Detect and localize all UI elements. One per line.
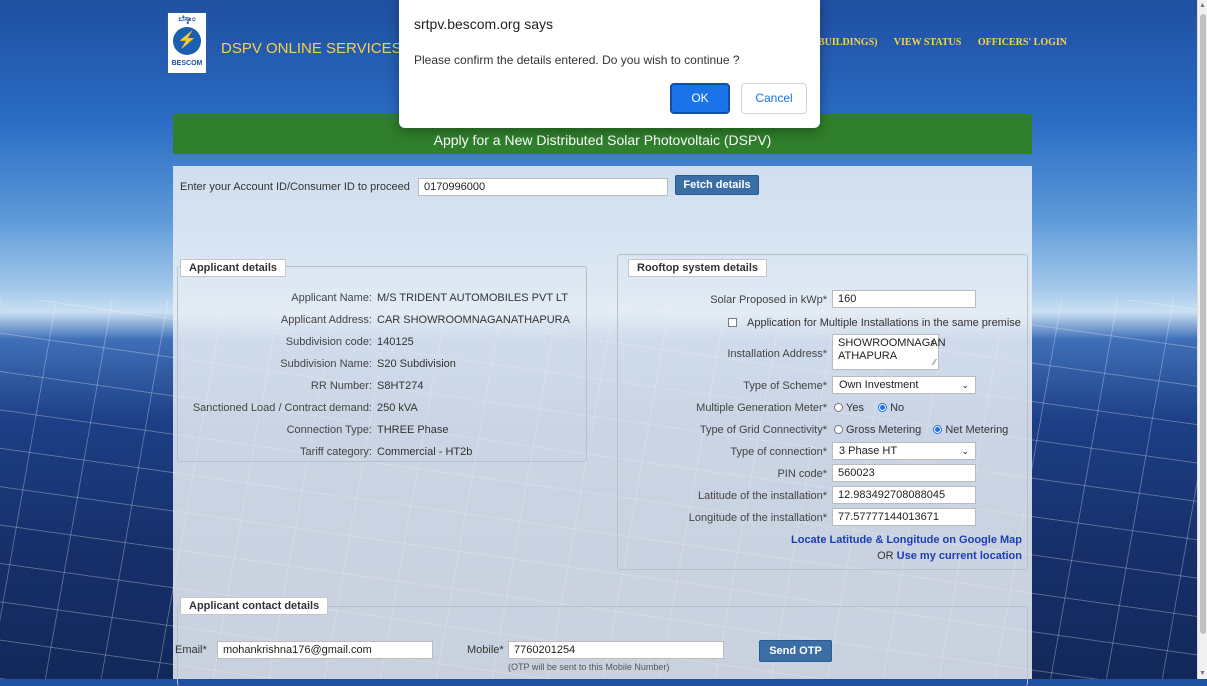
solar-proposed-label: Solar Proposed in kWp* bbox=[710, 294, 827, 306]
pin-code-label: PIN code* bbox=[777, 468, 827, 480]
mobile-label: Mobile* bbox=[467, 644, 504, 656]
applicant-name-value: M/S TRIDENT AUTOMOBILES PVT LT bbox=[377, 292, 568, 304]
multiple-installations-label: Application for Multiple Installations i… bbox=[747, 317, 1021, 329]
page-title: Apply for a New Distributed Solar Photov… bbox=[433, 132, 772, 148]
scroll-up-icon[interactable]: ▲ bbox=[1199, 2, 1206, 9]
applicant-address-value: CAR SHOWROOMNAGANATHAPURA bbox=[377, 314, 570, 326]
logo-bottom-text: BESCOM bbox=[171, 60, 203, 67]
connection-type-select-value: 3 Phase HT bbox=[839, 445, 898, 457]
installation-address-input[interactable]: SHOWROOMNAGAN ATHAPURA ⇳ ⁄⁄ bbox=[832, 334, 946, 370]
brand-title: DSPV ONLINE SERVICES bbox=[221, 40, 402, 57]
subdivision-code-label: Subdivision code: bbox=[285, 336, 372, 348]
net-metering-label: Net Metering bbox=[945, 424, 1009, 436]
nav-item-officers-login[interactable]: OFFICERS' LOGIN bbox=[978, 37, 1067, 48]
chevron-down-icon: ⌄ bbox=[961, 380, 969, 390]
sanctioned-load-value: 250 kVA bbox=[377, 402, 418, 414]
fetch-details-button[interactable]: Fetch details bbox=[675, 175, 759, 195]
grid-connectivity-label: Type of Grid Connectivity* bbox=[699, 424, 827, 436]
dialog-title: srtpv.bescom.org says bbox=[414, 16, 554, 32]
subdivision-name-label: Subdivision Name: bbox=[280, 358, 372, 370]
scheme-type-select[interactable]: Own Investment ⌄ bbox=[832, 376, 976, 394]
latitude-input[interactable]: 12.983492708088045 bbox=[832, 486, 976, 504]
page-scrollbar[interactable]: ▲ ▼ bbox=[1197, 0, 1207, 679]
spinner-icon[interactable]: ⇳ bbox=[929, 337, 936, 350]
multiple-meter-yes-label: Yes bbox=[846, 402, 864, 414]
cancel-button[interactable]: Cancel bbox=[741, 83, 807, 114]
connection-type-select[interactable]: 3 Phase HT ⌄ bbox=[832, 442, 976, 460]
nav-item-buildings[interactable]: BUILDINGS) bbox=[818, 37, 877, 48]
ok-button[interactable]: OK bbox=[670, 83, 730, 114]
subdivision-code-value: 140125 bbox=[377, 336, 414, 348]
multiple-meter-yes-radio[interactable] bbox=[834, 403, 843, 412]
pin-code-input[interactable]: 560023 bbox=[832, 464, 976, 482]
contact-details-legend: Applicant contact details bbox=[180, 597, 329, 615]
or-text: OR bbox=[877, 550, 894, 562]
connection-type-label: Connection Type: bbox=[286, 424, 372, 436]
installation-address-line2: ATHAPURA bbox=[838, 350, 898, 362]
gross-metering-radio[interactable] bbox=[834, 425, 843, 434]
chevron-down-icon: ⌄ bbox=[961, 446, 969, 456]
installation-address-line1: SHOWROOMNAGAN bbox=[838, 337, 946, 349]
bescom-logo[interactable]: ಬೆಸ್ಕಾಂ ⚡ BESCOM bbox=[167, 12, 207, 74]
net-metering-radio[interactable] bbox=[933, 425, 943, 434]
top-navigation: BUILDINGS) VIEW STATUS OFFICERS' LOGIN bbox=[818, 37, 1081, 48]
scroll-down-icon[interactable]: ▼ bbox=[1199, 670, 1206, 677]
current-location-row: OR Use my current location bbox=[877, 550, 1022, 562]
installation-address-label: Installation Address* bbox=[727, 348, 827, 360]
rr-number-label: RR Number: bbox=[310, 380, 372, 392]
tariff-category-value: Commercial - HT2b bbox=[377, 446, 473, 458]
account-id-row: Enter your Account ID/Consumer ID to pro… bbox=[180, 178, 668, 196]
applicant-address-label: Applicant Address: bbox=[280, 314, 372, 326]
logo-emblem-icon: ⚡ bbox=[173, 27, 201, 55]
send-otp-button[interactable]: Send OTP bbox=[759, 640, 832, 662]
solar-proposed-input[interactable]: 160 bbox=[832, 290, 976, 308]
scrollbar-thumb[interactable] bbox=[1200, 14, 1206, 634]
connection-type-value: THREE Phase bbox=[377, 424, 449, 436]
application-form: Enter your Account ID/Consumer ID to pro… bbox=[173, 166, 1032, 686]
google-map-link[interactable]: Locate Latitude & Longitude on Google Ma… bbox=[791, 534, 1022, 546]
tariff-category-label: Tariff category: bbox=[300, 446, 372, 458]
multiple-installations-row: Application for Multiple Installations i… bbox=[728, 317, 1021, 329]
latitude-label: Latitude of the installation* bbox=[697, 490, 827, 502]
confirm-dialog: srtpv.bescom.org says Please confirm the… bbox=[399, 0, 820, 128]
multiple-installations-checkbox[interactable] bbox=[728, 318, 737, 327]
sanctioned-load-label: Sanctioned Load / Contract demand: bbox=[192, 402, 372, 414]
mobile-input[interactable]: 7760201254 bbox=[508, 641, 724, 659]
multiple-meter-no-label: No bbox=[890, 402, 905, 414]
email-label: Email* bbox=[175, 644, 207, 656]
rooftop-details-legend: Rooftop system details bbox=[628, 259, 768, 277]
longitude-label: Longitude of the installation* bbox=[688, 512, 827, 524]
dialog-message: Please confirm the details entered. Do y… bbox=[414, 53, 740, 67]
nav-item-view-status[interactable]: VIEW STATUS bbox=[894, 37, 962, 48]
grid-connectivity-options: Gross Metering Net Metering bbox=[834, 424, 1008, 436]
otp-note: (OTP will be sent to this Mobile Number) bbox=[508, 662, 670, 672]
applicant-details-legend: Applicant details bbox=[180, 259, 287, 277]
scheme-type-value: Own Investment bbox=[839, 379, 919, 391]
rr-number-value: S8HT274 bbox=[377, 380, 424, 392]
scheme-type-label: Type of Scheme* bbox=[743, 380, 827, 392]
multiple-meter-no-radio[interactable] bbox=[878, 403, 888, 412]
gross-metering-label: Gross Metering bbox=[846, 424, 922, 436]
subdivision-name-value: S20 Subdivision bbox=[377, 358, 456, 370]
email-input[interactable]: mohankrishna176@gmail.com bbox=[217, 641, 433, 659]
multiple-meter-options: Yes No bbox=[834, 402, 904, 414]
longitude-input[interactable]: 77.57777144013671 bbox=[832, 508, 976, 526]
applicant-name-label: Applicant Name: bbox=[291, 292, 372, 304]
account-id-input[interactable]: 0170996000 bbox=[417, 178, 668, 196]
multiple-meter-label: Multiple Generation Meter* bbox=[696, 402, 827, 414]
connection-type-select-label: Type of connection* bbox=[730, 446, 827, 458]
resize-handle-icon[interactable]: ⁄⁄ bbox=[933, 356, 936, 369]
logo-top-text: ಬೆಸ್ಕಾಂ bbox=[178, 14, 196, 23]
account-id-label: Enter your Account ID/Consumer ID to pro… bbox=[180, 181, 410, 193]
current-location-link[interactable]: Use my current location bbox=[897, 550, 1022, 562]
